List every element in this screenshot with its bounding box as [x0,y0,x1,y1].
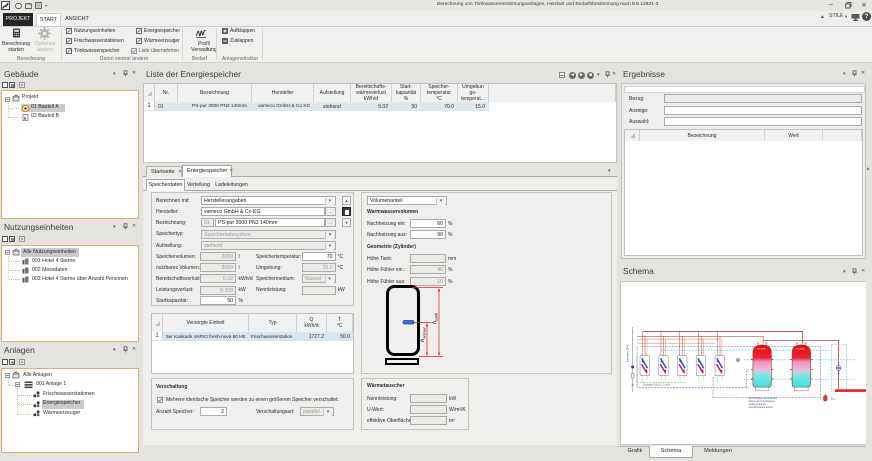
svg-text:Zirkulation DN 20 1.2 m3/h: Zirkulation DN 20 1.2 m3/h [643,384,671,387]
svg-text:Kaltwasser DN40: Kaltwasser DN40 [627,344,630,362]
svg-text:▾: ▾ [834,399,836,402]
svg-text:Anschlusswerte achten: Anschlusswerte achten [749,406,774,409]
svg-text:htank: htank [431,312,439,324]
svg-text:hsensor: hsensor [419,327,427,342]
